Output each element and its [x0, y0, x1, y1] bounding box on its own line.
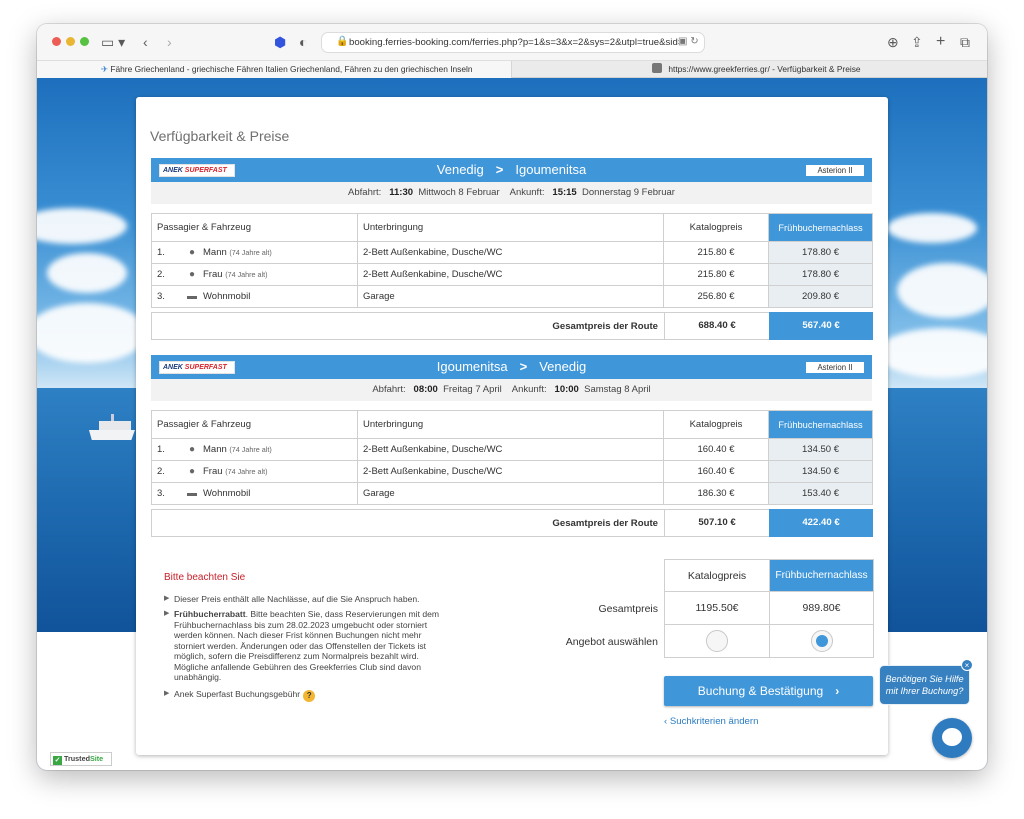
- column-header: Passagier & Fahrzeug: [151, 410, 358, 439]
- shield-icon[interactable]: ◐: [299, 32, 307, 52]
- column-header: Katalogpreis: [663, 213, 769, 242]
- table-row: 1. ● Mann (74 Jahre alt) 2-Bett Außenkabin…: [151, 438, 873, 461]
- vessel-name: Asterion II: [806, 165, 864, 176]
- favicon-icon: ✈: [101, 64, 109, 74]
- tab-greekferries[interactable]: https://www.greekferries.gr/ - Verfügbar…: [512, 61, 987, 78]
- check-icon: ✓: [53, 756, 62, 765]
- tabs-overview-icon[interactable]: ⧉: [960, 32, 970, 52]
- schedule: Abfahrt: 08:00 Freitag 7 April Ankunft: 1…: [151, 379, 872, 401]
- chat-button[interactable]: [932, 718, 972, 758]
- table-header-row: Passagier & Fahrzeug Unterbringung Katal…: [151, 410, 873, 439]
- column-header: Unterbringung: [357, 213, 664, 242]
- male-person-icon: ●: [188, 247, 196, 258]
- camper-van-icon: ▬: [187, 291, 197, 302]
- summary-early-total: 989.80€: [769, 591, 874, 625]
- route-total: Gesamtpreis der Route 507.10 € 422.40 €: [151, 509, 873, 537]
- column-header: Frühbuchernachlass: [768, 213, 873, 242]
- price-table: Passagier & Fahrzeug Unterbringung Katal…: [151, 410, 873, 505]
- total-early-price: 422.40 €: [769, 509, 873, 537]
- route-total: Gesamtpreis der Route 688.40 € 567.40 €: [151, 312, 873, 340]
- catalog-offer-radio[interactable]: [706, 630, 728, 652]
- early-offer-radio[interactable]: [810, 630, 833, 652]
- route-header: ANEK SUPERFAST Venedig > Igoumenitsa Aster…: [151, 158, 872, 182]
- column-header: Unterbringung: [357, 410, 664, 439]
- favicon-icon: [652, 63, 662, 73]
- summary-early-header: Frühbuchernachlass: [769, 559, 874, 592]
- male-person-icon: ●: [188, 444, 196, 455]
- browser-window: ▭ ▾ ‹ › ⬢ ◐ 🔒 booking.ferries-booking.co…: [37, 24, 987, 770]
- chevron-left-icon[interactable]: ‹: [143, 32, 148, 52]
- browser-toolbar: ▭ ▾ ‹ › ⬢ ◐ 🔒 booking.ferries-booking.co…: [37, 24, 987, 60]
- bullet-icon: ▶: [164, 610, 170, 617]
- tab-bar: ✈ Fähre Griechenland - griechische Fähre…: [37, 60, 987, 78]
- column-header: Katalogpreis: [663, 410, 769, 439]
- booking-panel: Verfügbarkeit & Preise ANEK SUPERFAST Ve…: [136, 97, 888, 755]
- summary-catalog-header: Katalogpreis: [664, 559, 770, 592]
- tab-label: Fähre Griechenland - griechische Fähren …: [110, 64, 473, 74]
- extension-icon[interactable]: ⬢: [274, 32, 286, 52]
- vessel-name: Asterion II: [806, 362, 864, 373]
- summary-total-label: Gesamtpreis: [598, 603, 658, 615]
- ship-image: [89, 414, 135, 444]
- table-header-row: Passagier & Fahrzeug Unterbringung Katal…: [151, 213, 873, 242]
- tab-label: https://www.greekferries.gr/ - Verfügbar…: [668, 64, 861, 74]
- trustedsite-badge[interactable]: ✓ TrustedSite: [50, 752, 112, 766]
- table-row: 2. ● Frau (74 Jahre alt) 2-Bett Außenkabin…: [151, 263, 873, 286]
- chat-prompt-bubble[interactable]: Benötigen Sie Hilfe mit Ihrer Buchung?: [879, 665, 970, 705]
- chevron-left-icon: ‹: [664, 716, 668, 727]
- table-row: 2. ● Frau (74 Jahre alt) 2-Bett Außenkabin…: [151, 460, 873, 483]
- booking-confirm-button[interactable]: Buchung & Bestätigung ›: [664, 676, 873, 706]
- minimize-window-button[interactable]: [66, 37, 75, 46]
- total-early-price: 567.40 €: [769, 312, 873, 340]
- chevron-right-icon: ›: [835, 684, 840, 698]
- table-row: 1. ● Mann (74 Jahre alt) 2-Bett Außenkabin…: [151, 241, 873, 264]
- url-text[interactable]: booking.ferries-booking.com/ferries.php?…: [349, 37, 679, 48]
- bullet-icon: ▶: [164, 690, 170, 697]
- share-icon[interactable]: ⇪: [911, 32, 923, 52]
- page-title: Verfügbarkeit & Preise: [150, 128, 290, 144]
- table-row: 3. ▬ Wohnmobil Garage 256.80 € 209.80 €: [151, 285, 873, 308]
- female-person-icon: ●: [188, 466, 196, 477]
- address-bar[interactable]: 🔒 booking.ferries-booking.com/ferries.ph…: [321, 32, 705, 53]
- column-header: Passagier & Fahrzeug: [151, 213, 358, 242]
- total-catalog-price: 688.40 €: [664, 313, 769, 339]
- select-offer-label: Angebot auswählen: [565, 636, 658, 648]
- female-person-icon: ●: [188, 269, 196, 280]
- total-catalog-price: 507.10 €: [664, 510, 769, 536]
- download-icon[interactable]: ⊕: [887, 32, 899, 52]
- route-name: Igoumenitsa > Venedig: [436, 359, 587, 374]
- camper-van-icon: ▬: [187, 488, 197, 499]
- plus-icon[interactable]: +: [936, 32, 945, 52]
- reader-icon[interactable]: ▣ ↻: [678, 36, 699, 47]
- chevron-right-icon[interactable]: ›: [167, 32, 172, 52]
- chevron-right-icon: >: [519, 359, 528, 374]
- close-window-button[interactable]: [52, 37, 61, 46]
- column-header: Frühbuchernachlass: [768, 410, 873, 439]
- lock-icon: 🔒: [336, 36, 349, 47]
- zoom-window-button[interactable]: [80, 37, 89, 46]
- bullet-icon: ▶: [164, 595, 170, 602]
- close-icon[interactable]: ×: [961, 659, 973, 671]
- table-row: 3. ▬ Wohnmobil Garage 186.30 € 153.40 €: [151, 482, 873, 505]
- change-search-link[interactable]: ‹ Suchkriterien ändern: [664, 716, 758, 727]
- sidebar-icon[interactable]: ▭ ▾: [101, 32, 125, 52]
- help-icon[interactable]: ?: [303, 690, 316, 702]
- summary-table: Katalogpreis Frühbuchernachlass 1195.50€…: [664, 559, 874, 658]
- schedule: Abfahrt: 11:30 Mittwoch 8 Februar Ankunft…: [151, 182, 872, 204]
- route-header: ANEK SUPERFAST Igoumenitsa > Venedig Aster…: [151, 355, 872, 379]
- route-name: Venedig > Igoumenitsa: [436, 162, 587, 177]
- summary-catalog-total: 1195.50€: [664, 591, 770, 625]
- price-table: Passagier & Fahrzeug Unterbringung Katal…: [151, 213, 873, 308]
- notes-title: Bitte beachten Sie: [164, 572, 246, 583]
- page-viewport: ✓ TrustedSite Verfügbarkeit & Preise ANEK…: [37, 78, 987, 770]
- tab-faehre-griechenland[interactable]: ✈ Fähre Griechenland - griechische Fähre…: [37, 61, 512, 78]
- chevron-right-icon: >: [495, 162, 504, 177]
